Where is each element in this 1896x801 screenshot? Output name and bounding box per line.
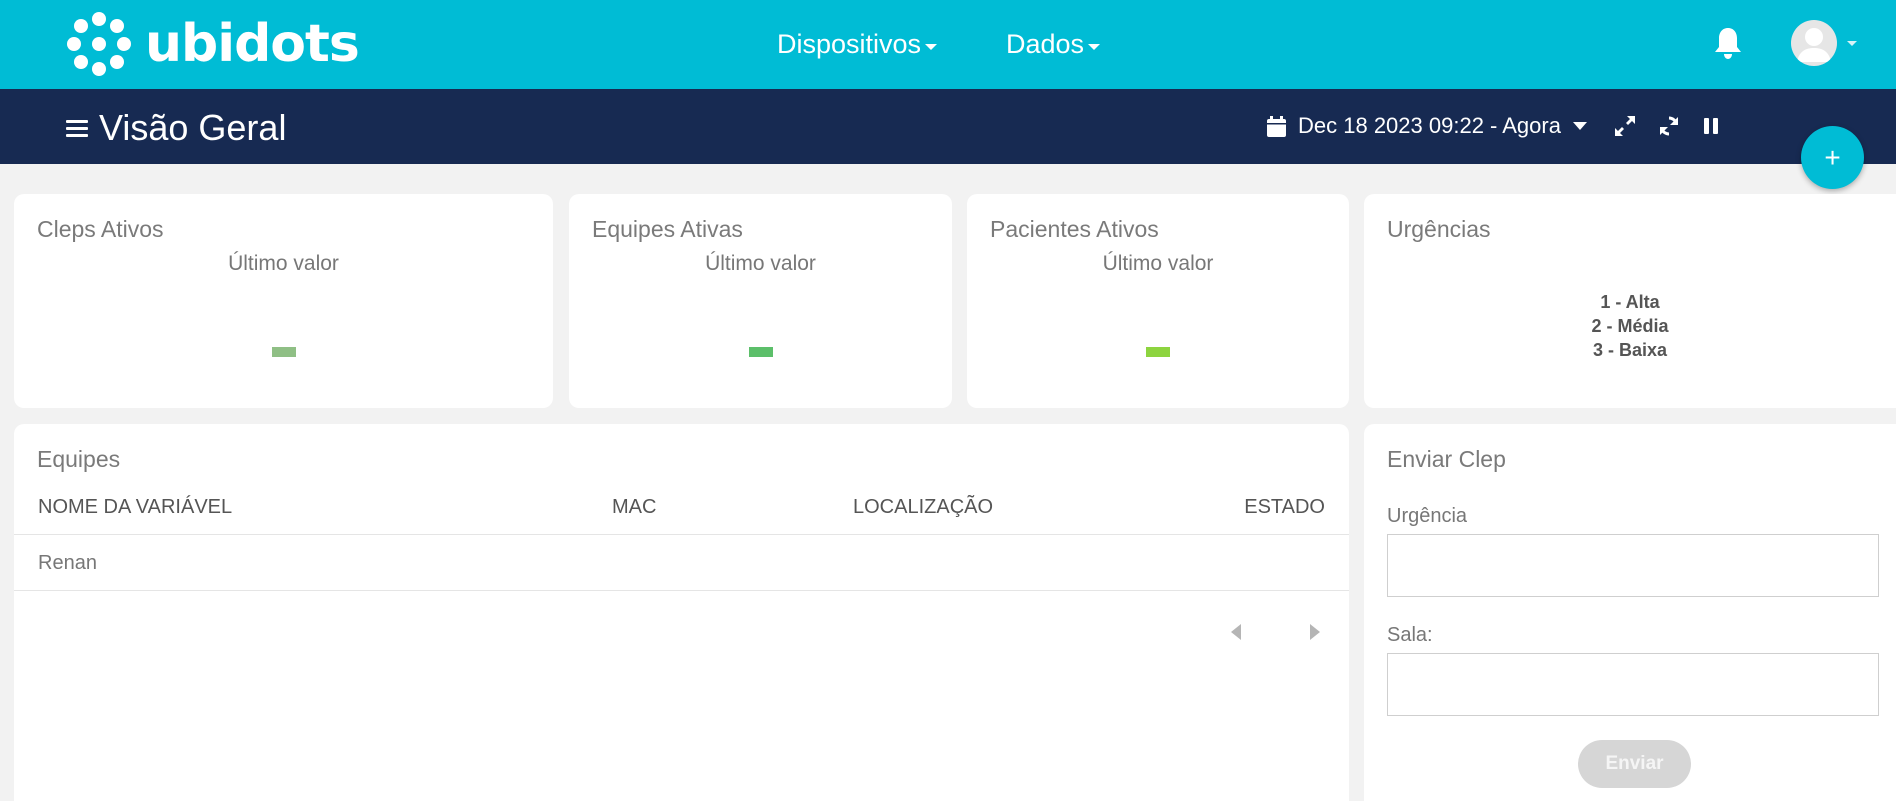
chevron-down-icon	[925, 43, 938, 50]
logo-dots-icon	[67, 12, 131, 76]
chevron-down-icon	[1572, 122, 1587, 130]
urgency-legend: 1 - Alta 2 - Média 3 - Baixa	[1364, 290, 1896, 362]
widget-enviar-clep: Enviar Clep Urgência Sala: Enviar	[1364, 424, 1896, 801]
column-header-localizacao[interactable]: LOCALIZAÇÃO	[853, 496, 993, 519]
logo-text: ubidots	[145, 14, 360, 74]
urgency-item: 1 - Alta	[1600, 292, 1660, 312]
table-divider	[14, 534, 1349, 535]
sala-input[interactable]	[1387, 653, 1879, 716]
widget-title: Urgências	[1387, 216, 1491, 242]
user-avatar[interactable]	[1791, 20, 1837, 66]
value-placeholder-indicator	[749, 347, 773, 357]
column-header-nome[interactable]: NOME DA VARIÁVEL	[38, 496, 232, 519]
widget-pacientes-ativos: Pacientes Ativos Último valor	[967, 194, 1349, 408]
column-header-mac[interactable]: MAC	[612, 496, 656, 519]
ubidots-logo[interactable]: ubidots	[67, 12, 360, 76]
nav-dispositivos[interactable]: Dispositivos	[777, 0, 938, 89]
urgencia-input[interactable]	[1387, 534, 1879, 597]
user-icon	[1797, 28, 1831, 62]
fullscreen-icon[interactable]	[1613, 114, 1637, 138]
nav-dados[interactable]: Dados	[1006, 0, 1101, 89]
hamburger-menu-icon[interactable]	[66, 120, 88, 138]
urgency-item: 2 - Média	[1591, 316, 1669, 336]
nav-dispositivos-label: Dispositivos	[777, 29, 922, 59]
cell-nome: Renan	[38, 552, 97, 574]
next-page-icon[interactable]	[1310, 624, 1320, 640]
table-divider	[14, 590, 1349, 591]
urgencia-label: Urgência	[1387, 505, 1468, 527]
nav-dados-label: Dados	[1006, 29, 1085, 59]
previous-page-icon[interactable]	[1231, 624, 1241, 640]
widget-title: Equipes	[37, 446, 121, 472]
chevron-down-icon	[1088, 43, 1101, 50]
widget-equipes-ativas: Equipes Ativas Último valor	[569, 194, 952, 408]
column-header-estado[interactable]: ESTADO	[1244, 496, 1325, 519]
value-placeholder-indicator	[1146, 347, 1170, 357]
calendar-icon	[1267, 115, 1286, 137]
refresh-icon[interactable]	[1657, 114, 1681, 138]
urgency-item: 3 - Baixa	[1592, 340, 1668, 360]
date-range-label: Dec 18 2023 09:22 - Agora	[1298, 113, 1561, 138]
widget-cleps-ativos: Cleps Ativos Último valor	[14, 194, 553, 408]
widget-title: Equipes Ativas	[592, 216, 743, 242]
last-value-label: Último valor	[705, 252, 816, 275]
plus-icon: +	[1824, 141, 1841, 173]
avatar-chevron-down-icon[interactable]	[1847, 41, 1857, 46]
date-range-picker[interactable]: Dec 18 2023 09:22 - Agora	[1267, 111, 1587, 141]
sala-label: Sala:	[1387, 624, 1433, 646]
add-widget-button[interactable]: +	[1801, 126, 1864, 189]
widget-title: Pacientes Ativos	[990, 216, 1159, 242]
last-value-label: Último valor	[228, 252, 339, 275]
widget-title: Cleps Ativos	[37, 216, 164, 242]
widget-equipes-table: Equipes NOME DA VARIÁVEL MAC LOCALIZAÇÃO…	[14, 424, 1349, 801]
enviar-button[interactable]: Enviar	[1578, 740, 1691, 788]
bell-icon[interactable]	[1713, 26, 1743, 60]
page-title: Visão Geral	[99, 107, 287, 148]
pause-icon[interactable]	[1699, 114, 1723, 138]
last-value-label: Último valor	[1102, 252, 1214, 275]
widget-title: Enviar Clep	[1387, 446, 1506, 472]
widget-urgencias: Urgências 1 - Alta 2 - Média 3 - Baixa	[1364, 194, 1896, 408]
value-placeholder-indicator	[272, 347, 296, 357]
